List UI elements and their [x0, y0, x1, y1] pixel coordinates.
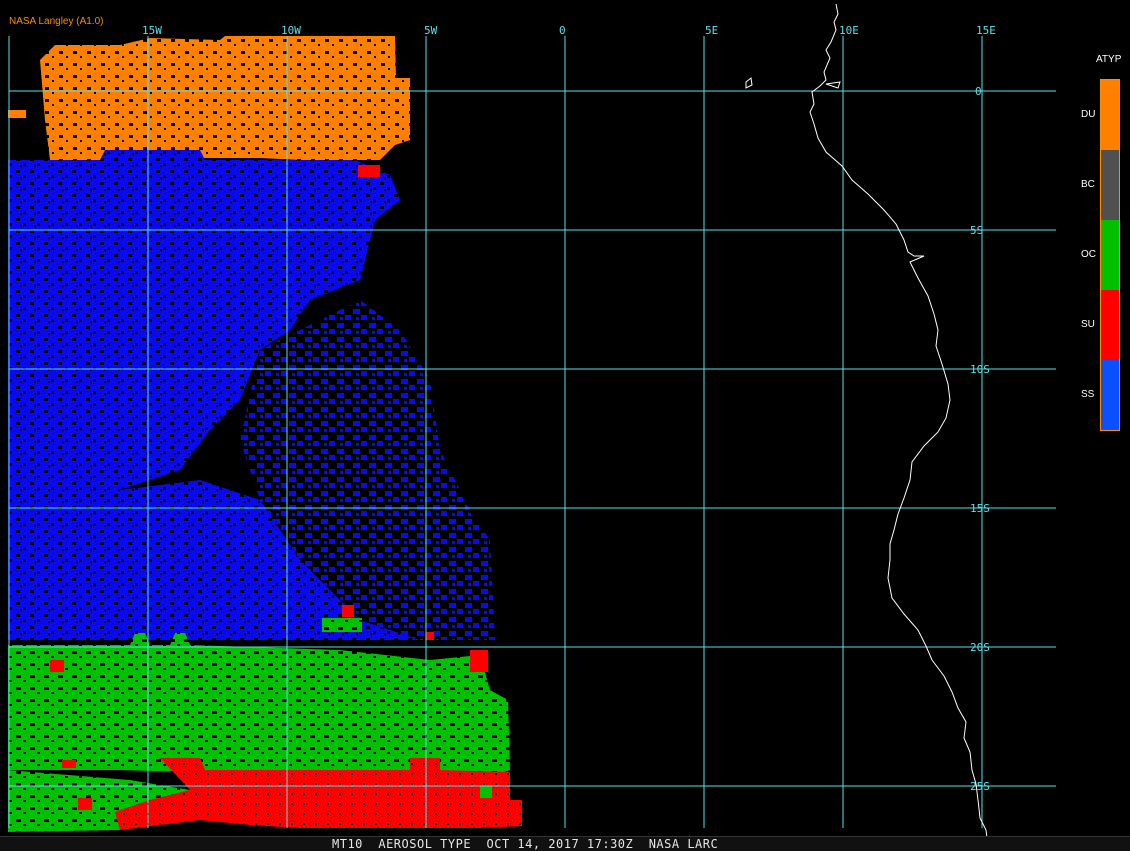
lon-label: 0 [559, 24, 566, 37]
organic-carbon-region [8, 633, 510, 780]
legend-label-ss: SS [1081, 389, 1095, 400]
legend-swatch-oc [1101, 220, 1119, 290]
lat-label: 5S [970, 224, 983, 237]
coastline [745, 3, 989, 847]
bioko-island [745, 77, 753, 89]
source-credit: NASA Langley (A1.0) [9, 16, 104, 27]
legend-label-du: DU [1081, 109, 1096, 120]
product-caption: MT10 AEROSOL TYPE OCT 14, 2017 17:30Z NA… [332, 837, 719, 851]
latitude-labels: 0 5S 10S 15S 20S 25S [970, 85, 990, 793]
legend-swatch-du [1101, 80, 1119, 150]
legend-swatch-su [1101, 290, 1119, 360]
footer-bar: MT10 AEROSOL TYPE OCT 14, 2017 17:30Z NA… [0, 836, 1130, 851]
legend-title: ATYP [1096, 54, 1122, 65]
lat-label: 0 [975, 85, 982, 98]
legend-label-bc: BC [1081, 179, 1095, 190]
lon-label: 10E [839, 24, 859, 37]
lat-label: 25S [970, 780, 990, 793]
lon-label: 5E [705, 24, 718, 37]
legend-color-bar [1100, 79, 1120, 431]
lon-label: 15E [976, 24, 996, 37]
lon-label: 5W [424, 24, 438, 37]
legend-swatch-ss [1101, 360, 1119, 430]
legend-label-su: SU [1081, 319, 1095, 330]
aerosol-field [8, 36, 522, 832]
lat-label: 20S [970, 641, 990, 654]
legend-label-oc: OC [1081, 249, 1096, 260]
lon-label: 15W [142, 24, 162, 37]
longitude-labels: 15W 10W 5W 0 5E 10E 15E [142, 24, 996, 37]
dust-region [40, 36, 410, 160]
aerosol-type-map: 15W 10W 5W 0 5E 10E 15E 0 5S 10S 15S 20S… [8, 3, 1056, 847]
lat-label: 10S [970, 363, 990, 376]
legend-swatch-bc [1101, 150, 1119, 220]
lon-label: 10W [281, 24, 301, 37]
lat-label: 15S [970, 502, 990, 515]
